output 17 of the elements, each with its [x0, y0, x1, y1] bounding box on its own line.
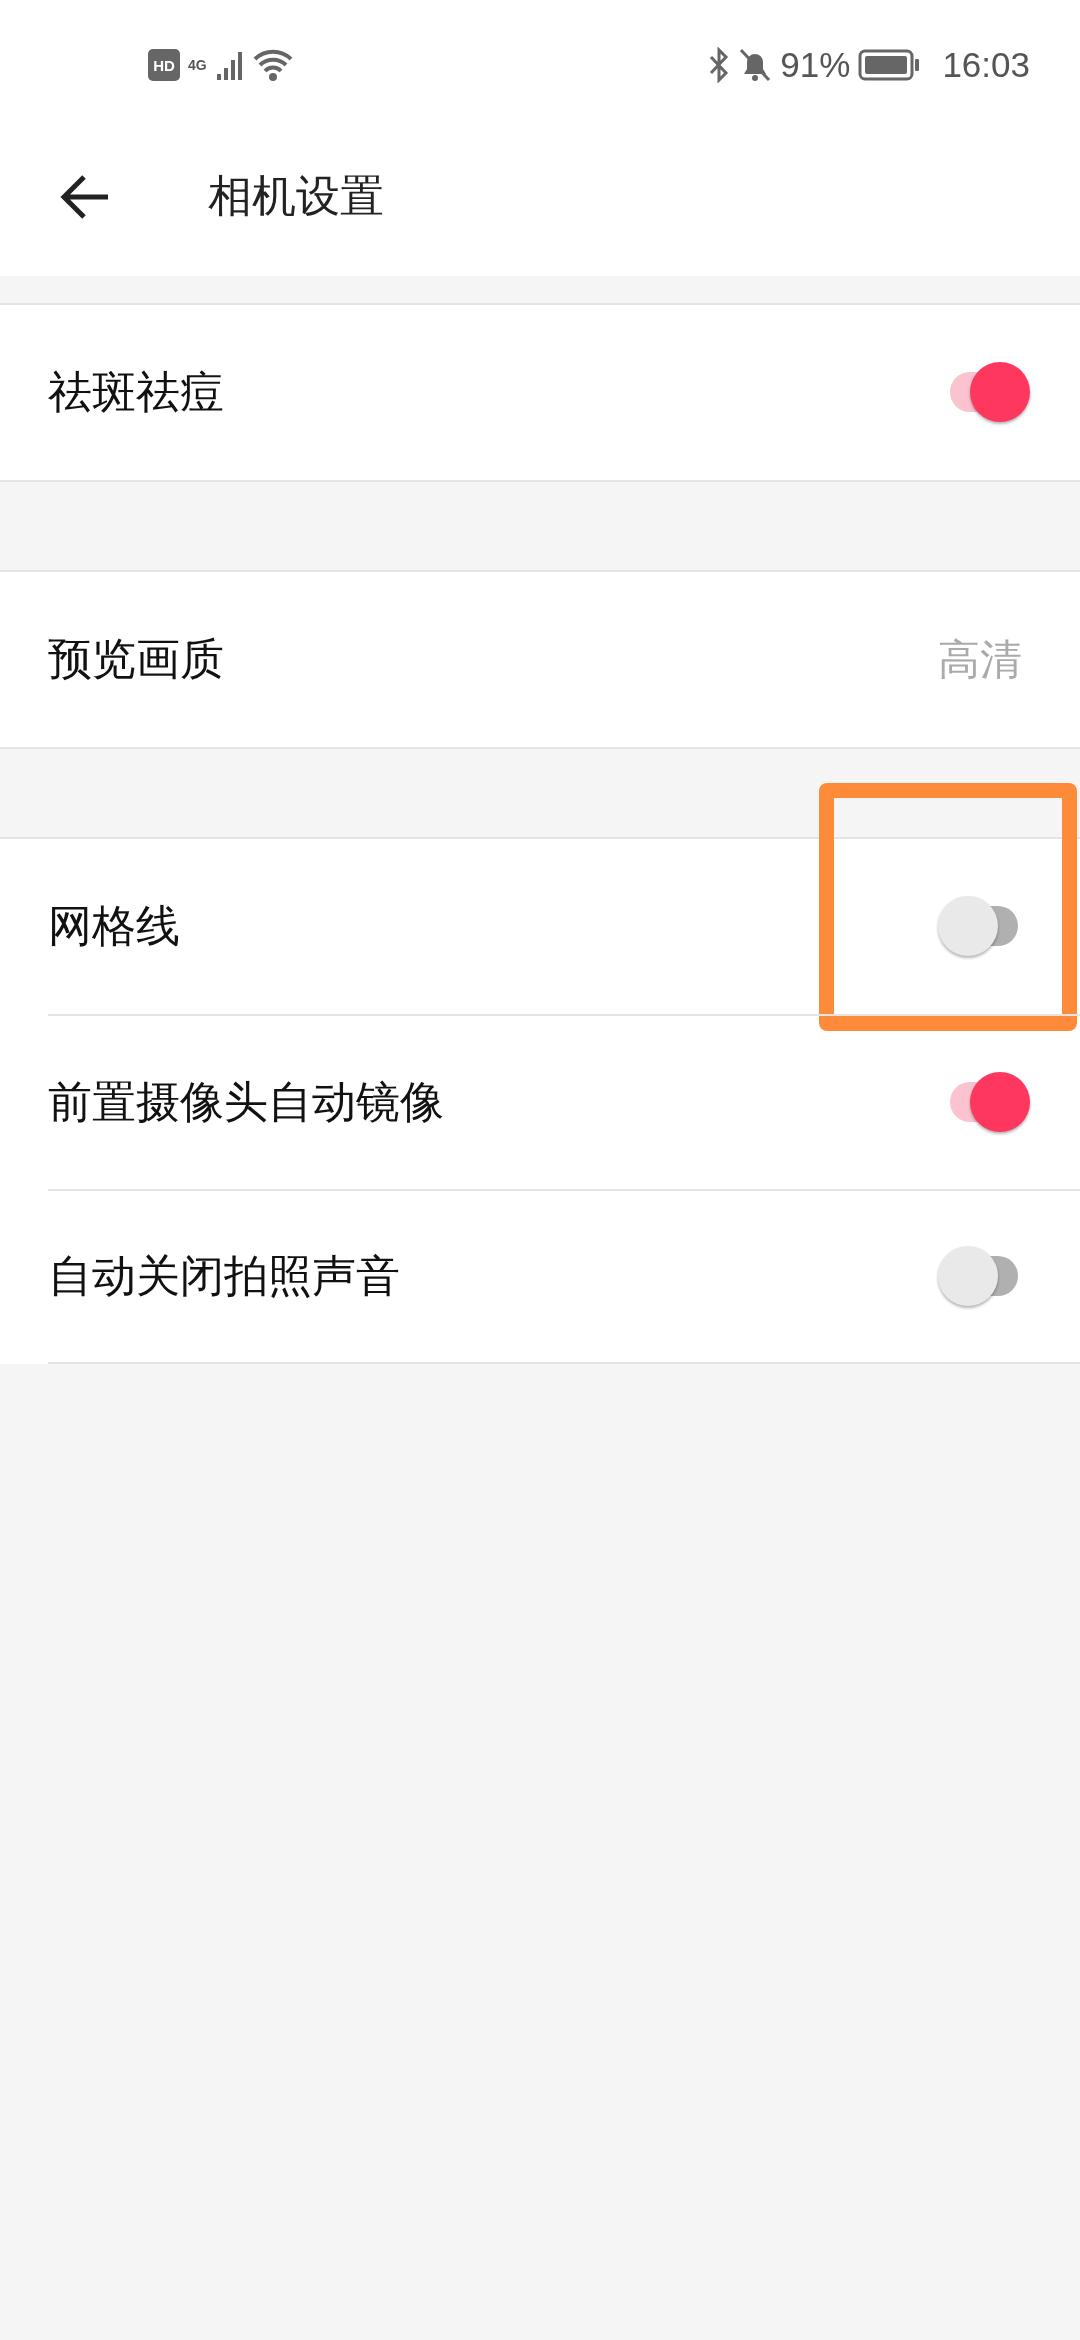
hd-icon: HD [148, 48, 180, 81]
wifi-icon [252, 47, 293, 82]
battery-icon [858, 48, 921, 81]
back-arrow-icon [58, 172, 110, 221]
network-type-text: 4G [188, 57, 207, 72]
setting-label: 自动关闭拍照声音 [48, 1249, 400, 1303]
back-button[interactable] [58, 172, 110, 221]
battery-percent: 91% [780, 44, 851, 85]
page-title: 相机设置 [208, 169, 384, 223]
setting-value: 高清 [938, 633, 1022, 686]
setting-label: 网格线 [48, 899, 180, 953]
setting-label: 祛斑祛痘 [48, 365, 224, 419]
setting-label: 前置摄像头自动镜像 [48, 1075, 444, 1129]
setting-label: 预览画质 [48, 632, 224, 686]
muted-bell-icon [738, 46, 773, 83]
clock-time: 16:03 [942, 44, 1030, 85]
bluetooth-icon [708, 46, 731, 83]
